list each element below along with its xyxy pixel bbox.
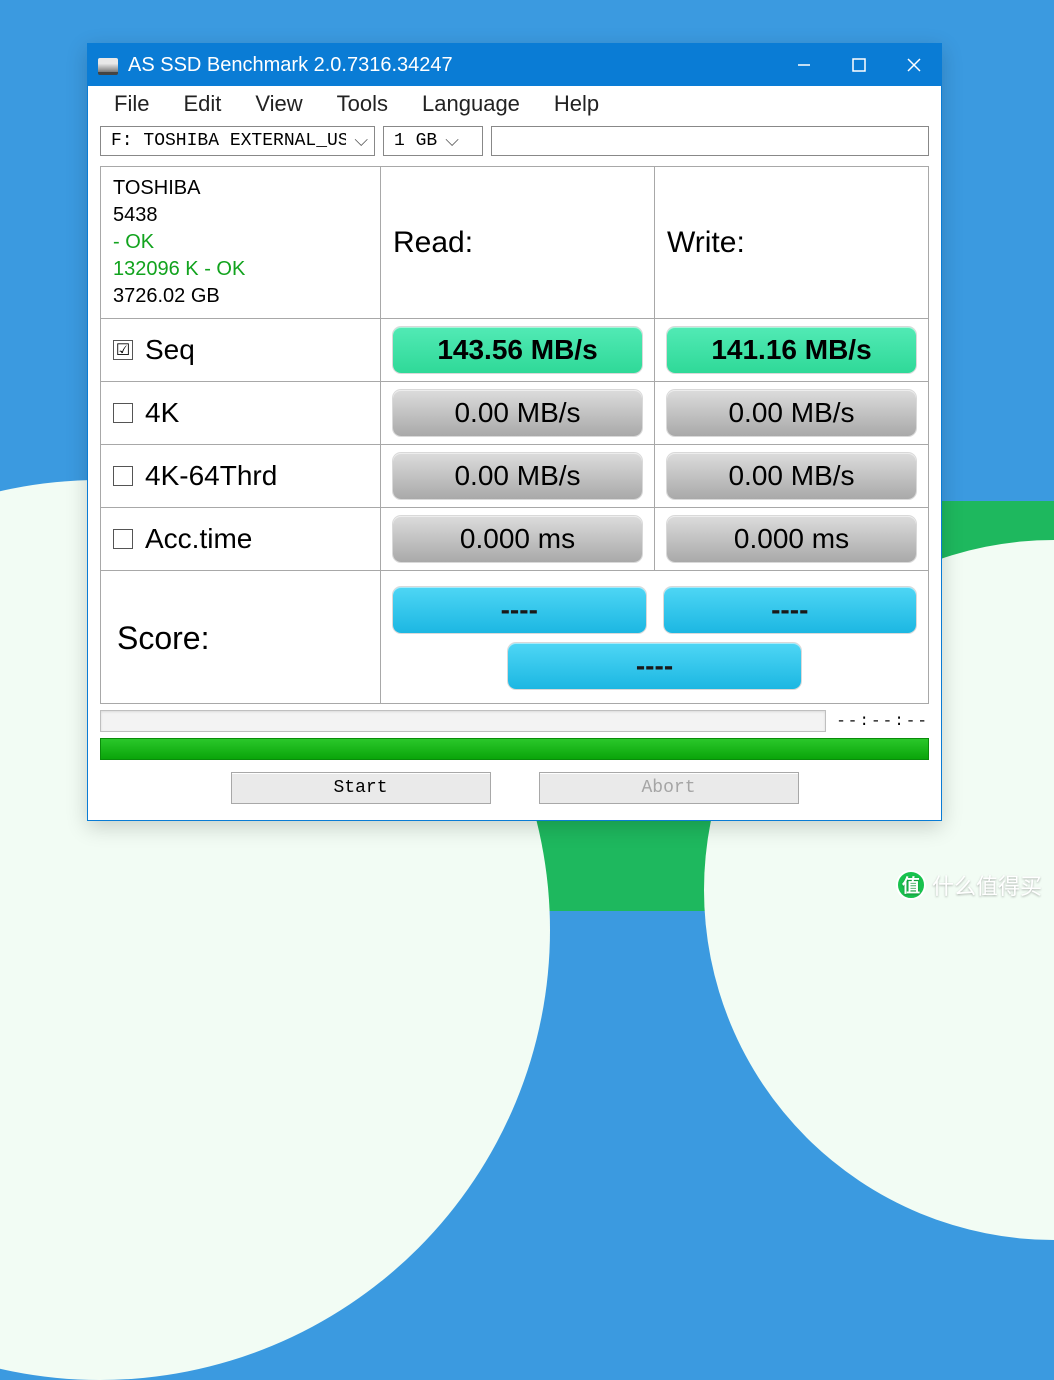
test-acc-checkbox[interactable]	[113, 529, 133, 549]
test-acc-write: 0.000 ms	[655, 508, 929, 571]
test-seq-write: 141.16 MB/s	[655, 319, 929, 382]
progress-bar	[100, 710, 826, 732]
drive-select[interactable]: F: TOSHIBA EXTERNAL_USB USB Devic ⌵	[100, 126, 375, 156]
progress-time: --:--:--	[836, 712, 929, 730]
menu-file[interactable]: File	[100, 89, 163, 119]
chevron-down-icon: ⌵	[445, 131, 459, 152]
button-row: Start Abort	[100, 760, 929, 808]
watermark: 值 什么值得买	[896, 869, 1042, 901]
test-acc-read: 0.000 ms	[381, 508, 655, 571]
score-values: ---- ---- ----	[381, 571, 929, 704]
toolbar: F: TOSHIBA EXTERNAL_USB USB Devic ⌵ 1 GB…	[88, 122, 941, 166]
menu-tools[interactable]: Tools	[323, 89, 402, 119]
watermark-text: 什么值得买	[932, 869, 1042, 901]
path-input[interactable]	[491, 126, 929, 156]
chevron-down-icon: ⌵	[354, 131, 368, 152]
test-4k-read: 0.00 MB/s	[381, 382, 655, 445]
score-read: ----	[393, 587, 646, 633]
menu-edit[interactable]: Edit	[169, 89, 235, 119]
test-4k-write: 0.00 MB/s	[655, 382, 929, 445]
content-area: TOSHIBA 5438 - OK 132096 K - OK 3726.02 …	[88, 166, 941, 820]
device-model: 5438	[113, 202, 368, 229]
results-grid: TOSHIBA 5438 - OK 132096 K - OK 3726.02 …	[100, 166, 929, 704]
close-button[interactable]	[886, 44, 941, 86]
minimize-button[interactable]	[776, 44, 831, 86]
device-info-cell: TOSHIBA 5438 - OK 132096 K - OK 3726.02 …	[101, 167, 381, 319]
score-write: ----	[664, 587, 917, 633]
menu-help[interactable]: Help	[540, 89, 613, 119]
titlebar[interactable]: AS SSD Benchmark 2.0.7316.34247	[88, 44, 941, 86]
test-4k-label: 4K	[101, 382, 381, 445]
menu-view[interactable]: View	[241, 89, 316, 119]
test-seq-checkbox[interactable]: ☑	[113, 340, 133, 360]
progress-row: --:--:--	[100, 710, 929, 732]
test-4k64-label: 4K-64Thrd	[101, 445, 381, 508]
abort-button: Abort	[539, 772, 799, 804]
device-status-2: 132096 K - OK	[113, 256, 368, 283]
status-bar	[100, 738, 929, 760]
test-4k64-checkbox[interactable]	[113, 466, 133, 486]
menu-language[interactable]: Language	[408, 89, 534, 119]
app-window: AS SSD Benchmark 2.0.7316.34247 File Edi…	[87, 43, 942, 821]
watermark-badge: 值	[896, 870, 926, 900]
drive-select-value: F: TOSHIBA EXTERNAL_USB USB Devic	[111, 131, 346, 151]
test-4k-checkbox[interactable]	[113, 403, 133, 423]
test-acc-label: Acc.time	[101, 508, 381, 571]
test-seq-label: ☑Seq	[101, 319, 381, 382]
header-write: Write:	[655, 167, 929, 319]
device-name: TOSHIBA	[113, 175, 368, 202]
test-4k64-write: 0.00 MB/s	[655, 445, 929, 508]
menubar: File Edit View Tools Language Help	[88, 86, 941, 122]
start-button[interactable]: Start	[231, 772, 491, 804]
header-read: Read:	[381, 167, 655, 319]
test-seq-read: 143.56 MB/s	[381, 319, 655, 382]
app-icon	[98, 58, 118, 72]
score-label: Score:	[117, 614, 364, 657]
size-select[interactable]: 1 GB ⌵	[383, 126, 483, 156]
maximize-button[interactable]	[831, 44, 886, 86]
test-4k64-read: 0.00 MB/s	[381, 445, 655, 508]
score-total: ----	[508, 643, 801, 689]
window-title: AS SSD Benchmark 2.0.7316.34247	[128, 54, 776, 77]
score-label-cell: Score:	[101, 571, 381, 704]
device-status-1: - OK	[113, 229, 368, 256]
size-select-value: 1 GB	[394, 131, 437, 151]
device-capacity: 3726.02 GB	[113, 283, 368, 310]
